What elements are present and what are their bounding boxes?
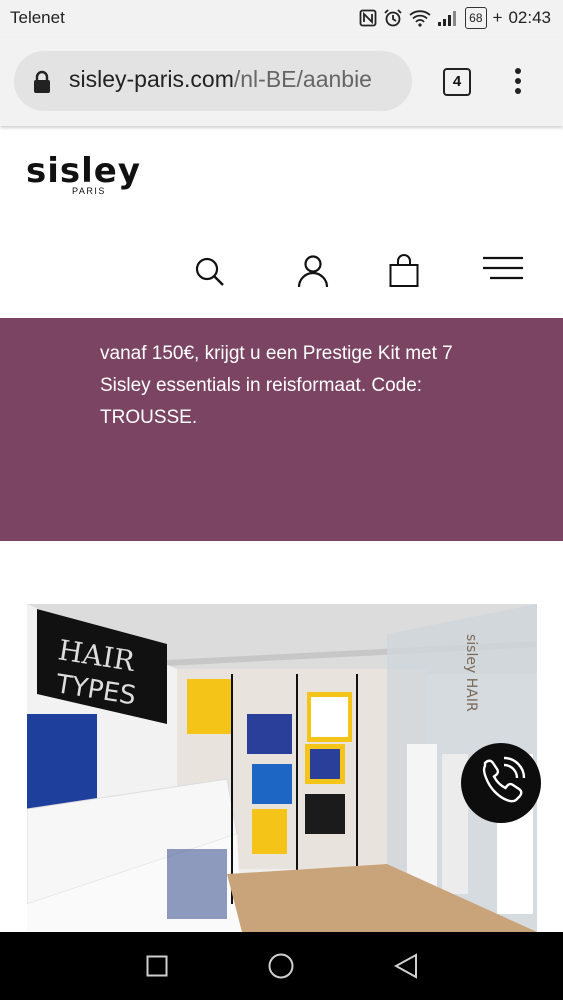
tab-switcher-button[interactable]: 4 — [443, 68, 471, 96]
signal-icon — [437, 8, 459, 28]
account-icon[interactable] — [297, 254, 329, 293]
home-icon[interactable] — [268, 953, 294, 984]
charging-plus-icon: + — [492, 8, 503, 27]
url-host: sisley-paris.com — [69, 66, 234, 92]
recents-icon[interactable] — [146, 955, 168, 982]
sisley-logo[interactable]: sisley PARIS — [26, 154, 141, 196]
promo-text: vanaf 150€, krijgt u een Prestige Kit me… — [100, 343, 453, 428]
carrier-name: Telenet — [10, 8, 65, 27]
url-path: /nl-BE/aanbie — [233, 66, 372, 92]
battery-icon: 68 — [465, 7, 487, 29]
lock-icon — [32, 70, 52, 99]
search-icon[interactable] — [194, 256, 226, 293]
call-button[interactable] — [461, 743, 541, 823]
browser-toolbar: sisley-paris.com/nl-BE/aanbie 4 — [0, 38, 563, 126]
address-bar[interactable]: sisley-paris.com/nl-BE/aanbie — [14, 51, 412, 111]
menu-kebab-icon[interactable] — [512, 68, 524, 96]
svg-text:sisley HAIR: sisley HAIR — [463, 634, 479, 712]
hamburger-menu-icon[interactable] — [482, 256, 524, 287]
phone-icon — [475, 755, 527, 812]
store-illustration: HAIR TYPES sisley HAIR — [27, 604, 537, 932]
clock: 02:43 — [508, 8, 551, 27]
status-icons: 68 + 02:43 — [359, 7, 551, 29]
nfc-icon — [359, 8, 377, 28]
back-icon[interactable] — [393, 953, 418, 984]
hero-store-image[interactable]: HAIR TYPES sisley HAIR — [27, 604, 537, 932]
cart-icon[interactable] — [388, 254, 420, 293]
url-text[interactable]: sisley-paris.com/nl-BE/aanbie — [69, 66, 404, 93]
brand-name: sisley — [26, 151, 142, 191]
alarm-icon — [383, 8, 403, 28]
wifi-icon — [409, 8, 431, 28]
